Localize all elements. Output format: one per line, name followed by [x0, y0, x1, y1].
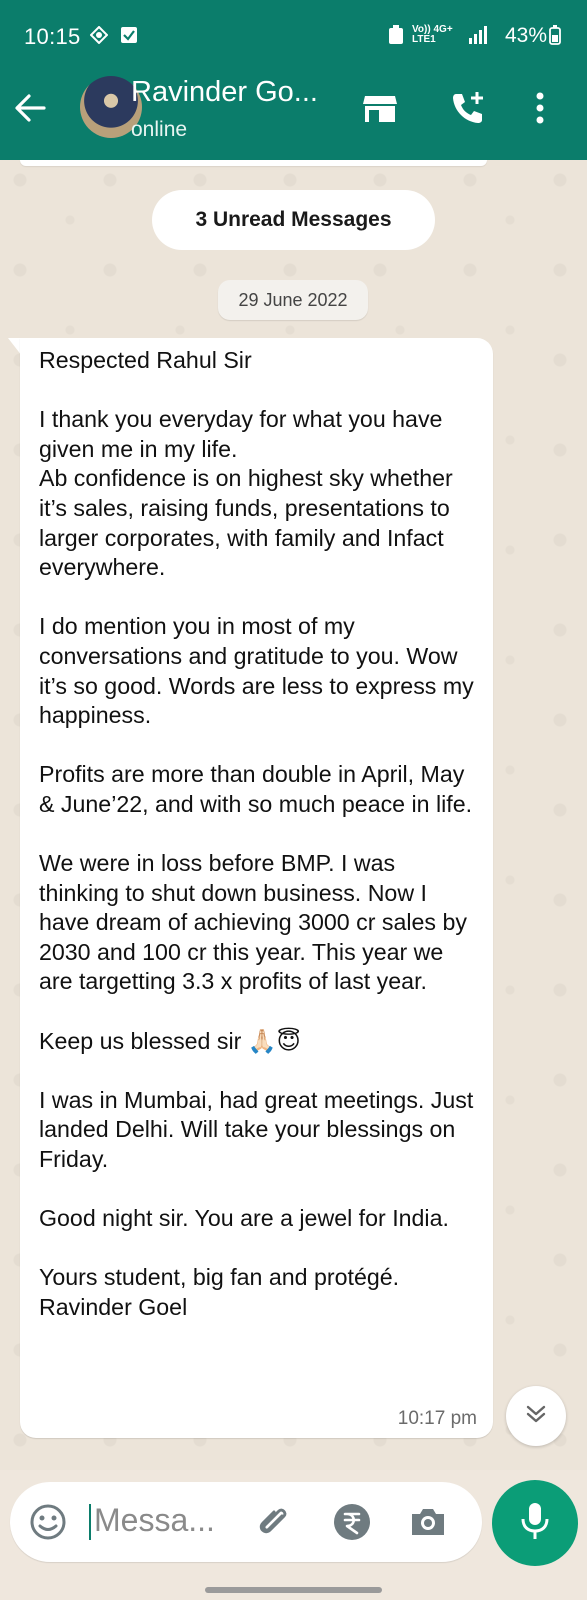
previous-message-edge — [20, 160, 487, 166]
mic-icon — [520, 1501, 550, 1546]
composer-bar: Messa... — [0, 1470, 587, 1600]
gesture-bar[interactable] — [205, 1587, 382, 1593]
attach-icon[interactable] — [254, 1502, 294, 1542]
voice-record-button[interactable] — [492, 1480, 578, 1566]
rupee-icon[interactable] — [332, 1502, 372, 1542]
chevrons-down-icon — [523, 1401, 549, 1432]
date-chip: 29 June 2022 — [218, 280, 368, 320]
chat-area[interactable]: 3 Unread Messages 29 June 2022 Respected… — [0, 160, 587, 1470]
message-input[interactable]: Messa... — [10, 1482, 482, 1562]
status-bar: 10:15 Vo)) 4G+ LTE1 43% — [0, 0, 587, 68]
signal-icon — [468, 24, 488, 46]
network-label: Vo)) 4G+ LTE1 — [412, 25, 453, 45]
shop-icon[interactable] — [360, 88, 400, 128]
emoji-icon[interactable] — [28, 1502, 68, 1542]
status-time: 10:15 — [24, 24, 81, 49]
message-text: Respected Rahul Sir I thank you everyday… — [39, 347, 474, 1320]
app-header: 10:15 Vo)) 4G+ LTE1 43% Ravinder Go... o… — [0, 0, 587, 160]
unread-banner: 3 Unread Messages — [152, 190, 435, 250]
message-time: 10:17 pm — [397, 1408, 477, 1429]
chat-header: Ravinder Go... online — [0, 68, 587, 160]
contact-name[interactable]: Ravinder Go... — [131, 76, 318, 109]
battery-saver-icon — [388, 24, 404, 46]
message-placeholder[interactable]: Messa... — [94, 1502, 215, 1539]
battery-icon — [549, 24, 561, 46]
scroll-down-button[interactable] — [506, 1386, 566, 1446]
text-caret — [89, 1504, 91, 1540]
camera-icon[interactable] — [408, 1502, 448, 1542]
back-arrow-icon[interactable] — [12, 90, 48, 126]
more-vert-icon[interactable] — [530, 88, 570, 128]
settings-notification-icon — [90, 24, 108, 46]
network-bottom-label: LTE1 — [412, 34, 436, 45]
message-bubble[interactable]: Respected Rahul Sir I thank you everyday… — [20, 338, 493, 1438]
check-notification-icon — [120, 24, 138, 46]
add-call-icon[interactable] — [448, 88, 488, 128]
battery-percent: 43% — [504, 24, 547, 47]
contact-status: online — [131, 118, 188, 141]
